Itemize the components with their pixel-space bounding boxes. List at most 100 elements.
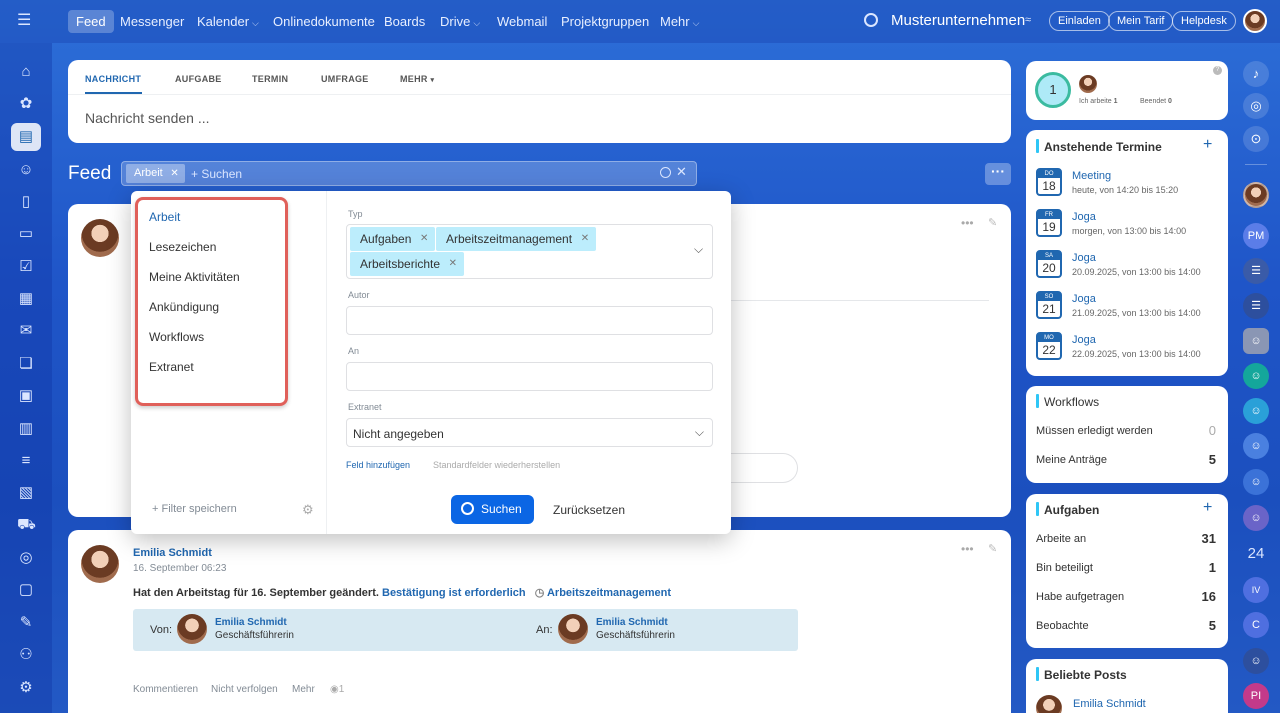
unfollow-action[interactable]: Nicht verfolgen <box>211 684 278 695</box>
chat-icon[interactable]: ❏ <box>17 355 35 373</box>
pin-icon[interactable]: ✎ <box>988 216 997 229</box>
tab-poll[interactable]: UMFRAGE <box>321 74 369 84</box>
preset-work[interactable]: Arbeit <box>149 210 180 224</box>
add-field-link[interactable]: Feld hinzufügen <box>346 460 410 470</box>
nav-boards[interactable]: Boards <box>384 10 425 33</box>
group-chat-icon[interactable]: ☺ <box>1243 328 1269 354</box>
nav-online-documents[interactable]: Onlinedokumente <box>273 10 375 33</box>
nav-workgroups[interactable]: Projektgruppen <box>561 10 649 33</box>
save-filter-button[interactable]: + Filter speichern <box>152 503 237 515</box>
type-tag-reports[interactable]: Arbeitsberichte ✕ <box>350 252 465 276</box>
id-card-icon[interactable]: ▧ <box>17 484 35 502</box>
preset-workflows[interactable]: Workflows <box>149 330 204 344</box>
help-icon[interactable]: ? <box>1213 66 1222 75</box>
message-input[interactable]: Nachricht senden ... <box>85 110 210 126</box>
nav-webmail[interactable]: Webmail <box>497 10 547 33</box>
tab-event[interactable]: TERMIN <box>252 74 288 84</box>
more-action[interactable]: Mehr <box>292 684 315 695</box>
nav-feed[interactable]: Feed <box>68 10 114 33</box>
chat-avatar[interactable] <box>1243 182 1269 208</box>
book-icon[interactable]: ▢ <box>17 581 35 599</box>
puzzle-icon[interactable]: ✿ <box>17 95 35 113</box>
group-chat-icon[interactable]: ☺ <box>1243 648 1269 674</box>
event-title[interactable]: Meeting <box>1072 170 1111 182</box>
calendar-icon[interactable]: ▣ <box>17 387 35 405</box>
workflow-row-label[interactable]: Meine Anträge <box>1036 454 1107 466</box>
nav-more[interactable]: Mehr ⌵ <box>660 10 699 33</box>
chat-badge-iv[interactable]: IV <box>1243 577 1269 603</box>
invite-button[interactable]: Einladen <box>1049 11 1110 31</box>
preset-bookmarks[interactable]: Lesezeichen <box>149 240 216 254</box>
target-icon[interactable]: ◎ <box>17 549 35 567</box>
task-row-label[interactable]: Bin beteiligt <box>1036 562 1093 574</box>
group-chat-icon[interactable]: ☺ <box>1243 433 1269 459</box>
to-name[interactable]: Emilia Schmidt <box>596 617 668 628</box>
filter-search-icon[interactable] <box>660 167 671 178</box>
type-tag-tasks[interactable]: Aufgaben ✕ <box>350 227 436 251</box>
home-icon[interactable]: ⌂ <box>17 63 35 81</box>
contacts-icon[interactable]: ☺ <box>17 161 35 179</box>
post-more-icon[interactable]: ••• <box>961 542 974 556</box>
restore-fields-link[interactable]: Standardfelder wiederherstellen <box>433 460 560 470</box>
type-tag-worktime[interactable]: Arbeitszeitmanagement ✕ <box>436 227 597 251</box>
event-title[interactable]: Joga <box>1072 211 1096 223</box>
event-title[interactable]: Joga <box>1072 252 1096 264</box>
helpdesk-button[interactable]: Helpdesk <box>1172 11 1236 31</box>
cart-icon[interactable]: ⛟ <box>17 516 36 534</box>
analytics-icon[interactable]: ▥ <box>17 420 35 438</box>
filter-settings-icon[interactable]: ⚙ <box>302 502 314 518</box>
chat-badge-pm[interactable]: PM <box>1243 223 1269 249</box>
pin-icon[interactable]: ✎ <box>988 542 997 555</box>
add-event-icon[interactable]: + <box>1203 136 1212 154</box>
feed-icon[interactable]: ▤ <box>17 128 35 146</box>
filter-search-input[interactable]: + Suchen <box>191 167 242 181</box>
chevron-down-icon[interactable]: ⌵ <box>694 242 703 257</box>
company-settings-icon[interactable]: ≈ <box>1025 14 1031 26</box>
post-author-name[interactable]: Emilia Schmidt <box>133 547 212 559</box>
to-input[interactable] <box>346 362 713 391</box>
tab-task[interactable]: AUFGABE <box>175 74 222 84</box>
group-chat-icon[interactable]: ☺ <box>1243 505 1269 531</box>
tab-message[interactable]: NACHRICHT <box>85 74 141 84</box>
nav-calendar[interactable]: Kalender ⌵ <box>197 10 259 33</box>
mail-icon[interactable]: ✉ <box>17 322 35 340</box>
nav-drive[interactable]: Drive ⌵ <box>440 10 480 33</box>
comment-input[interactable] <box>728 453 798 483</box>
workflow-row-label[interactable]: Müssen erledigt werden <box>1036 425 1153 437</box>
event-title[interactable]: Joga <box>1072 334 1096 346</box>
filter-clear-icon[interactable]: ✕ <box>676 164 687 180</box>
crm-icon[interactable]: ▦ <box>17 290 35 308</box>
search-icon[interactable] <box>864 13 878 27</box>
drive-icon[interactable]: ▭ <box>17 225 35 243</box>
user-avatar[interactable] <box>1243 9 1267 33</box>
company-name[interactable]: Musterunternehmen <box>891 12 1025 29</box>
confirm-link[interactable]: Bestätigung ist erforderlich <box>382 587 526 599</box>
notifications-icon[interactable]: ♪ <box>1243 61 1269 87</box>
chat-badge-pi[interactable]: PI <box>1243 683 1269 709</box>
nav-messenger[interactable]: Messenger <box>120 10 184 33</box>
tag-remove-icon[interactable]: ✕ <box>581 227 589 251</box>
group-chat-icon[interactable]: ☰ <box>1243 293 1269 319</box>
tasks-icon[interactable]: ☑ <box>17 258 35 276</box>
worktime-counter[interactable]: 1 <box>1035 72 1071 108</box>
robot-icon[interactable]: ⚇ <box>17 646 35 664</box>
filter-chip[interactable]: Arbeit ✕ <box>126 164 185 183</box>
chip-close-icon[interactable]: ✕ <box>170 164 178 183</box>
module-link[interactable]: Arbeitszeitmanagement <box>547 587 671 599</box>
task-row-label[interactable]: Beobachte <box>1036 620 1089 632</box>
chat-badge-24[interactable]: 24 <box>1243 541 1269 567</box>
copilot-icon[interactable]: ◎ <box>1243 93 1269 119</box>
tag-remove-icon[interactable]: ✕ <box>420 227 428 251</box>
task-row-label[interactable]: Arbeite an <box>1036 533 1086 545</box>
my-plan-button[interactable]: Mein Tarif <box>1108 11 1174 31</box>
reset-button[interactable]: Zurücksetzen <box>553 503 625 517</box>
pen-icon[interactable]: ✎ <box>17 614 35 632</box>
comment-action[interactable]: Kommentieren <box>133 684 198 695</box>
group-chat-icon[interactable]: ☺ <box>1243 363 1269 389</box>
preset-announcement[interactable]: Ankündigung <box>149 300 219 314</box>
post-more-icon[interactable]: ••• <box>961 216 974 230</box>
from-name[interactable]: Emilia Schmidt <box>215 617 287 628</box>
group-chat-icon[interactable]: ☺ <box>1243 398 1269 424</box>
add-task-icon[interactable]: + <box>1203 499 1212 517</box>
tab-more[interactable]: MEHR ▾ <box>400 74 434 84</box>
